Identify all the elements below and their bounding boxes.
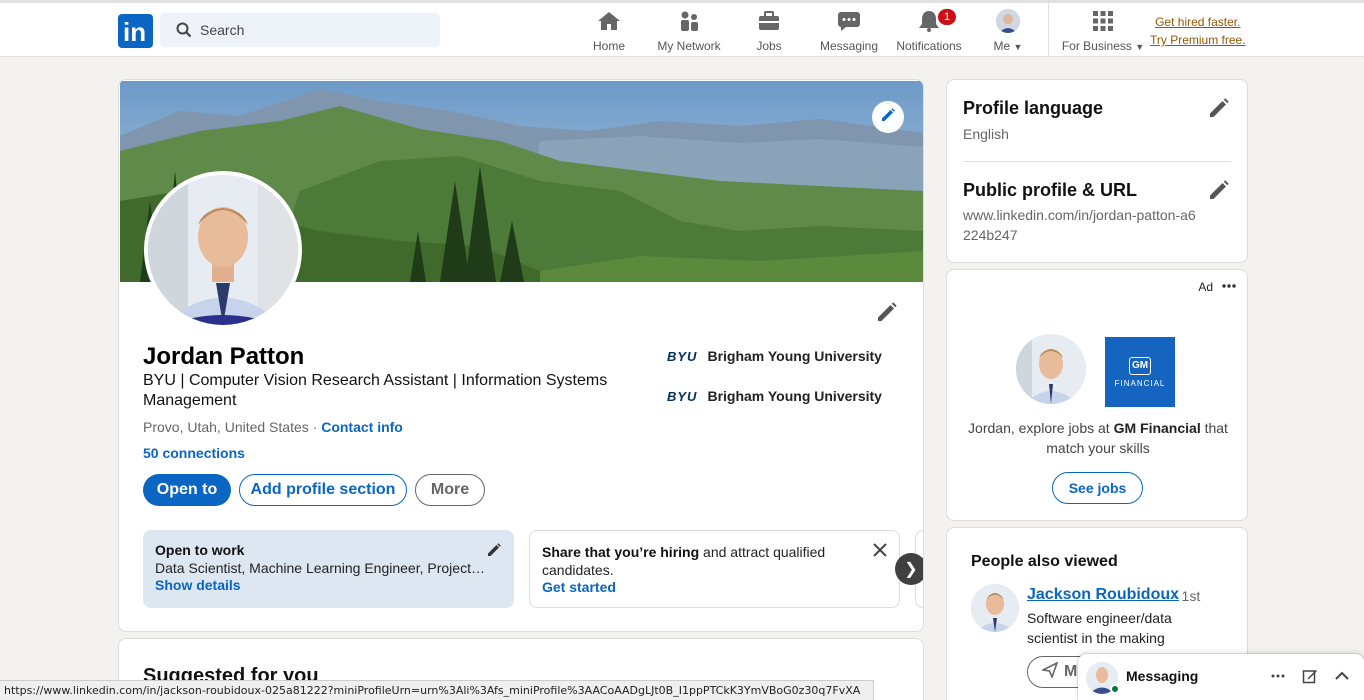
pencil-icon[interactable] — [486, 542, 502, 563]
nav-notifications[interactable]: 1 Notifications — [892, 9, 966, 55]
svg-text:in: in — [123, 17, 146, 47]
byu-logo: BYU — [667, 388, 698, 404]
chevron-right-icon: ❯ — [904, 561, 918, 578]
person-name-link[interactable]: Jackson Roubidoux — [1027, 586, 1179, 604]
nav-my-network-label: My Network — [657, 39, 721, 53]
messaging-title: Messaging — [1126, 668, 1199, 684]
nav-home-label: Home — [592, 39, 625, 53]
share-hiring-card: Share that you’re hiring and attract qua… — [529, 530, 900, 608]
edit-background-button[interactable] — [872, 101, 904, 133]
global-nav: in Search Home My Network Jobs Messaging… — [0, 3, 1364, 57]
search-input[interactable]: Search — [160, 13, 440, 47]
nav-jobs-label: Jobs — [756, 39, 782, 53]
nav-notifications-label: Notifications — [896, 39, 962, 53]
nav-messaging-label: Messaging — [819, 39, 879, 53]
grid-apps-icon — [1058, 9, 1148, 33]
ad-label: Ad — [1198, 280, 1213, 294]
close-icon[interactable] — [873, 543, 887, 562]
gm-financial-logo: GM FINANCIAL — [1105, 337, 1175, 407]
open-to-work-title: Open to work — [155, 542, 245, 558]
home-icon — [584, 9, 634, 33]
premium-line2[interactable]: Try Premium free. — [1150, 31, 1246, 49]
people-icon — [652, 9, 726, 33]
hiring-bold: Share that you’re hiring — [542, 544, 700, 560]
compose-icon[interactable] — [1302, 668, 1318, 689]
profile-location-row: Provo, Utah, United States · Contact inf… — [143, 419, 403, 435]
profile-language-title: Profile language — [963, 98, 1104, 118]
add-profile-section-button[interactable]: Add profile section — [239, 474, 407, 506]
education-school: Brigham Young University — [707, 388, 882, 404]
more-options-icon[interactable] — [1221, 278, 1237, 299]
connection-degree: · 1st — [1173, 588, 1201, 604]
nav-my-network[interactable]: My Network — [652, 9, 726, 55]
get-started-link[interactable]: Get started — [542, 579, 887, 595]
person-headline: Software engineer/data scientist in the … — [1027, 610, 1172, 646]
profile-headline: BYU | Computer Vision Research Assistant… — [143, 372, 608, 409]
premium-upsell[interactable]: Get hired faster. Try Premium free. — [1150, 13, 1246, 49]
send-icon — [1040, 660, 1059, 683]
carousel-next-button[interactable]: ❯ — [895, 553, 923, 585]
pencil-icon — [880, 107, 896, 128]
education-item[interactable]: BYU Brigham Young University — [667, 348, 882, 364]
nav-jobs[interactable]: Jobs — [744, 9, 794, 55]
online-status-indicator — [1110, 684, 1120, 694]
linkedin-logo[interactable]: in — [118, 14, 153, 48]
open-to-button[interactable]: Open to — [143, 474, 231, 506]
ad-text: Jordan, explore jobs at GM Financial tha… — [968, 420, 1228, 456]
user-avatar — [1016, 334, 1086, 404]
profile-settings-card: Profile language English Public profile … — [946, 79, 1248, 263]
open-to-work-card[interactable]: Open to work Data Scientist, Machine Lea… — [143, 530, 514, 608]
messaging-overlay-bar[interactable]: Messaging — [1078, 654, 1364, 700]
more-button[interactable]: More — [415, 474, 485, 506]
chat-bubble-icon — [816, 9, 882, 33]
pencil-icon[interactable] — [1207, 178, 1231, 207]
pencil-icon[interactable] — [1207, 96, 1231, 125]
divider — [963, 161, 1231, 162]
nav-me[interactable]: Me ▼ — [984, 9, 1032, 55]
open-to-work-roles: Data Scientist, Machine Learning Enginee… — [155, 560, 485, 576]
contact-info-link[interactable]: Contact info — [321, 419, 403, 435]
chevron-down-icon: ▼ — [1013, 42, 1023, 52]
browser-status-url: https://www.linkedin.com/in/jackson-roub… — [0, 680, 874, 700]
chevron-down-icon: ▼ — [1135, 42, 1145, 52]
chevron-up-icon[interactable] — [1334, 668, 1350, 689]
briefcase-icon — [744, 9, 794, 33]
people-also-viewed-title: People also viewed — [971, 553, 1118, 570]
education-school: Brigham Young University — [707, 348, 882, 364]
nav-messaging[interactable]: Messaging — [816, 9, 882, 55]
notification-badge: 1 — [938, 9, 956, 25]
nav-divider — [1048, 3, 1049, 56]
more-options-icon[interactable] — [1270, 668, 1286, 689]
connections-link[interactable]: 50 connections — [143, 445, 245, 461]
search-icon — [176, 22, 192, 43]
search-placeholder: Search — [200, 22, 245, 38]
public-profile-url[interactable]: www.linkedin.com/in/jordan-patton-a6224b… — [963, 205, 1203, 245]
byu-logo: BYU — [667, 348, 698, 364]
nav-for-business-label: For Business — [1061, 39, 1132, 53]
me-avatar — [996, 9, 1020, 33]
person-avatar[interactable] — [971, 584, 1019, 632]
nav-home[interactable]: Home — [584, 9, 634, 55]
profile-language-value: English — [963, 126, 1009, 142]
premium-line1[interactable]: Get hired faster. — [1150, 13, 1246, 31]
edit-intro-pencil-icon[interactable] — [875, 300, 899, 329]
profile-photo[interactable] — [144, 171, 302, 329]
education-item[interactable]: BYU Brigham Young University — [667, 388, 882, 404]
show-details-link[interactable]: Show details — [155, 577, 502, 593]
ad-card: Ad GM FINANCIAL Jordan, explore jobs at … — [946, 269, 1248, 521]
profile-top-card: Jordan Patton BYU | Computer Vision Rese… — [118, 79, 924, 632]
see-jobs-button[interactable]: See jobs — [1052, 472, 1143, 504]
profile-location: Provo, Utah, United States · — [143, 419, 318, 435]
nav-me-label: Me — [993, 39, 1011, 53]
profile-name: Jordan Patton — [143, 343, 305, 370]
public-profile-title: Public profile & URL — [963, 180, 1138, 200]
nav-for-business[interactable]: For Business ▼ — [1058, 9, 1148, 55]
